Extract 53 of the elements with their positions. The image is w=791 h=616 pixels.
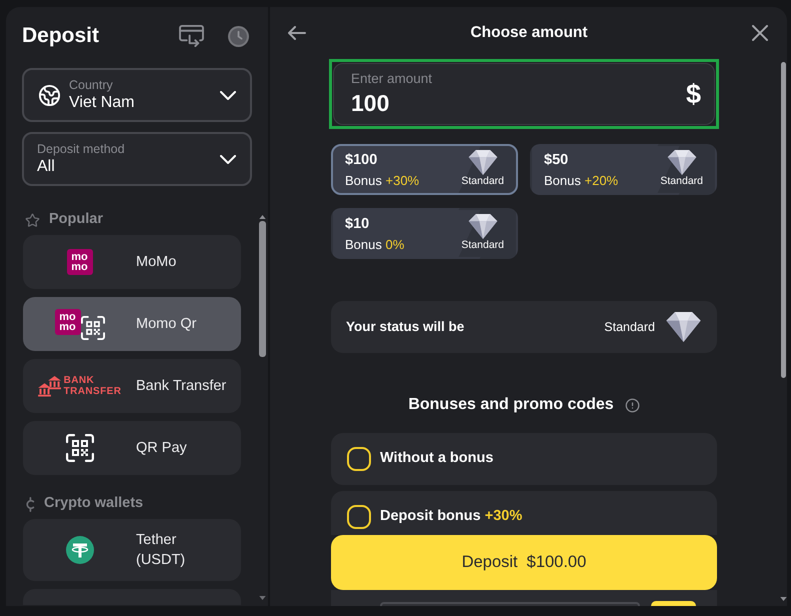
payment-method[interactable]: Tether (USDT) [23, 519, 241, 581]
qr-code-icon [66, 434, 94, 462]
status-label: Your status will be [346, 318, 464, 336]
momo-logo: mo mo [54, 308, 80, 334]
card-arrow-icon[interactable] [179, 25, 204, 47]
scroll-up-arrow-icon[interactable] [258, 215, 266, 219]
close-icon[interactable] [752, 25, 768, 41]
method-select[interactable]: Deposit method All [22, 132, 252, 186]
globe-icon [38, 84, 61, 106]
input-field[interactable] [380, 602, 640, 606]
diamond-icon [468, 214, 498, 239]
scroll-down-arrow-icon[interactable] [258, 596, 266, 600]
diamond-icon [666, 312, 701, 342]
option-label: Without a bonus [380, 449, 494, 468]
panel-title: Choose amount [470, 23, 588, 44]
tether-icon [66, 536, 94, 564]
star-icon [25, 212, 40, 228]
action-button[interactable] [651, 601, 696, 606]
section-title: Bonuses and promo codes [408, 395, 614, 415]
payment-method[interactable]: QR Pay [23, 421, 241, 475]
country-select[interactable]: Country Viet Nam [22, 68, 252, 122]
panel-title: Deposit [22, 23, 100, 50]
qr-code-icon [80, 316, 104, 340]
payment-method[interactable]: mo mo MoMo [23, 235, 241, 289]
coin-symbol-icon [25, 496, 35, 512]
bank-building-icon [38, 376, 62, 396]
chevron-down-icon [220, 90, 236, 100]
radio-button[interactable] [347, 505, 371, 529]
info-icon[interactable] [624, 398, 640, 412]
back-arrow-icon[interactable] [288, 26, 306, 40]
amount-option[interactable]: $50 Bonus +20% Standard [530, 144, 717, 195]
chevron-down-icon [220, 154, 236, 164]
momo-logo: mo mo [66, 249, 92, 275]
bonus-option[interactable]: Without a bonus [331, 433, 717, 485]
radio-button[interactable] [347, 447, 371, 471]
amount-field[interactable]: Enter amount 100 $ [333, 63, 715, 125]
amount-option[interactable]: $100 Bonus +30% Standard [331, 144, 518, 195]
diamond-icon [468, 150, 498, 175]
section-title: Popular [49, 210, 103, 230]
payment-method[interactable]: mo mo Momo Qr [23, 297, 241, 351]
bonus-option[interactable]: Deposit bonus +30% [331, 491, 717, 535]
scrollbar-thumb[interactable] [781, 62, 786, 378]
deposit-button[interactable]: Deposit $100.00 [331, 535, 717, 590]
payment-method[interactable]: BANK TRANSFER Bank Transfer [23, 359, 241, 413]
amount-option[interactable]: $10 Bonus 0% Standard [331, 208, 518, 259]
logo-text: BANK TRANSFER [64, 375, 122, 397]
scroll-down-arrow-icon[interactable] [780, 597, 787, 601]
tier-label: Standard [604, 318, 655, 336]
section-title: Crypto wallets [44, 494, 144, 514]
diamond-icon [666, 150, 697, 175]
clock-icon[interactable] [228, 26, 249, 46]
option-label: Deposit bonus +30% [380, 507, 522, 526]
scrollbar-thumb[interactable] [258, 221, 266, 357]
